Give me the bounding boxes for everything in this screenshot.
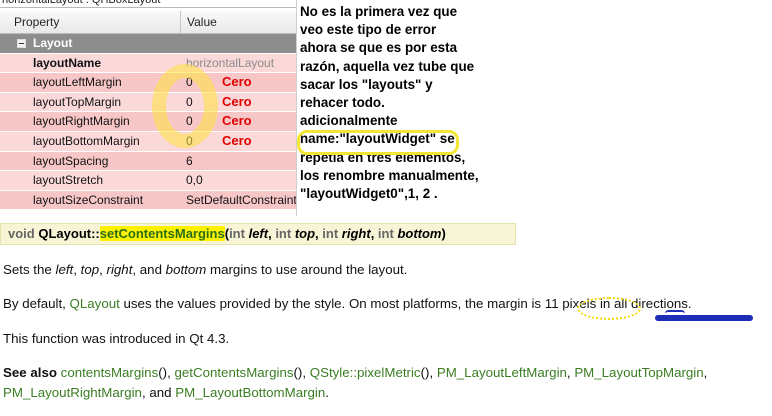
param-name: right <box>341 226 371 241</box>
property-name: layoutSizeConstraint <box>33 192 144 207</box>
property-value[interactable]: 0,0 <box>186 173 203 187</box>
underline-annotation <box>655 310 753 321</box>
note-line: sacar los "layouts" y <box>300 76 433 92</box>
note-line: adicionalmente <box>300 113 398 129</box>
link-PM_LayoutBottomMargin[interactable]: PM_LayoutBottomMargin <box>175 385 325 400</box>
annotation-cero: Cero <box>222 93 252 109</box>
property-column-header[interactable]: Property <box>14 15 59 29</box>
property-editor: horizontalLayout : QHBoxLayout Property … <box>0 0 297 216</box>
group-label: Layout <box>33 36 73 50</box>
see-also-label: See also <box>3 365 57 380</box>
link-PM_LayoutLeftMargin[interactable]: PM_LayoutLeftMargin <box>437 365 567 380</box>
class-name: QLayout:: <box>38 226 100 241</box>
link-pixelMetric[interactable]: QStyle::pixelMetric <box>310 365 421 380</box>
link-contentsMargins[interactable]: contentsMargins <box>61 365 159 380</box>
param-type: int <box>377 226 394 241</box>
property-row[interactable]: layoutBottomMargin 0 Cero <box>0 131 296 152</box>
param-type: int <box>322 226 339 241</box>
property-name: layoutRightMargin <box>33 114 130 129</box>
pixels-circle-annotation <box>577 297 641 320</box>
property-value[interactable]: SetDefaultConstraint <box>186 193 296 207</box>
note-line: razón, aquella vez tube que <box>300 58 475 74</box>
note-line: "layoutWidget0",1, 2 . <box>300 186 438 202</box>
property-name: layoutLeftMargin <box>33 75 122 90</box>
doc-paragraph: This function was introduced in Qt 4.3. <box>3 331 230 346</box>
group-row-layout[interactable]: Layout <box>0 34 296 54</box>
note-line: rehacer todo. <box>300 95 385 111</box>
note-line: los renombre manualmente, <box>300 167 479 183</box>
property-header: Property Value <box>0 11 296 34</box>
link-PM_LayoutRightMargin[interactable]: PM_LayoutRightMargin <box>3 385 142 400</box>
note-line: veo este tipo de error <box>300 22 437 38</box>
qlayout-link[interactable]: QLayout <box>70 296 120 311</box>
note-line: ahora se que es por esta <box>300 40 458 56</box>
see-also: See also contentsMargins(), getContentsM… <box>3 365 708 380</box>
see-also-line2: PM_LayoutRightMargin, and PM_LayoutBotto… <box>3 385 329 400</box>
property-row[interactable]: layoutStretch 0,0 <box>0 171 296 191</box>
link-PM_LayoutTopMargin[interactable]: PM_LayoutTopMargin <box>574 365 703 380</box>
function-signature: void QLayout::setContentsMargins(int lef… <box>0 223 516 245</box>
property-name: layoutBottomMargin <box>33 133 140 148</box>
highlighted-zero-annotation <box>152 64 218 148</box>
return-type: void <box>8 226 35 241</box>
property-row[interactable]: layoutSizeConstraint SetDefaultConstrain… <box>0 190 296 211</box>
property-row[interactable]: layoutSpacing 6 <box>0 151 296 172</box>
property-name: layoutTopMargin <box>33 94 122 109</box>
doc-paragraph: Sets the left, top, right, and bottom ma… <box>3 262 408 277</box>
property-rows: Layout layoutName horizontalLayout layou… <box>0 34 296 211</box>
name-highlight-annotation <box>297 130 459 155</box>
property-name: layoutName <box>33 55 102 70</box>
property-row[interactable]: layoutRightMargin 0 Cero <box>0 112 296 132</box>
link-getContentsMargins[interactable]: getContentsMargins <box>174 365 293 380</box>
property-row[interactable]: layoutLeftMargin 0 Cero <box>0 73 296 93</box>
value-column-header[interactable]: Value <box>187 15 217 29</box>
annotation-cero: Cero <box>222 113 252 129</box>
column-divider[interactable] <box>180 11 181 33</box>
property-row[interactable]: layoutName horizontalLayout <box>0 53 296 74</box>
note-line: No es la primera vez que <box>300 4 458 19</box>
annotation-cero: Cero <box>222 74 252 90</box>
property-row[interactable]: layoutTopMargin 0 Cero <box>0 92 296 113</box>
property-value[interactable]: 6 <box>186 154 193 168</box>
param-name: top <box>294 226 316 241</box>
function-name: setContentsMargins <box>99 226 225 241</box>
collapse-icon[interactable] <box>17 39 26 48</box>
param-type: int <box>275 226 292 241</box>
annotation-note: No es la primera vez que veo este tipo d… <box>300 3 530 203</box>
param-type: int <box>229 226 245 241</box>
param-name: bottom <box>397 226 442 241</box>
property-name: layoutSpacing <box>33 153 109 168</box>
param-name: left <box>248 226 269 241</box>
object-title: horizontalLayout : QHBoxLayout <box>0 0 296 8</box>
annotation-cero: Cero <box>222 132 252 148</box>
property-name: layoutStretch <box>33 173 104 188</box>
